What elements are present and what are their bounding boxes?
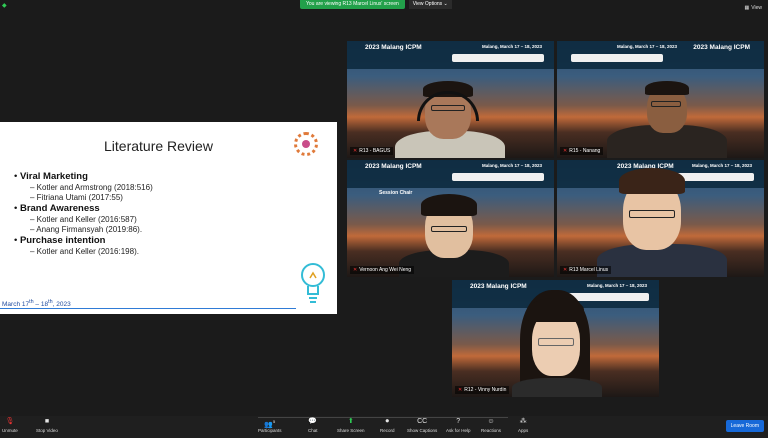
banner-title: 2023 Malang ICPM [470,283,527,290]
slide-item: Kotler and Keller (2016:198). [14,247,153,256]
mic-muted-icon: 🎙 [5,418,15,425]
viewing-banner: You are viewing R13 Marcel Linus' screen [300,0,405,9]
view-options-label: View Options [412,1,443,7]
reactions-label: Reactions [481,428,502,433]
sponsor-logos [571,54,663,62]
record-button[interactable]: ⏺ Record [380,418,395,433]
ask-for-help-button[interactable]: ? Ask for Help [446,418,471,433]
slide-heading: Viral Marketing [14,171,153,182]
sponsor-logos [452,54,544,62]
camera-icon: ■ [44,418,50,425]
stop-video-button[interactable]: ■ Stop Video [36,418,58,433]
participant-name: ✕ R12 - Vinny Nurdin [455,386,510,394]
chevron-down-icon: ⌄ [443,1,448,7]
record-icon: ⏺ [385,418,390,425]
slide-item: Fitriana Utami (2017:55) [14,193,153,202]
slide-heading: Purchase intention [14,235,153,246]
banner-title: 2023 Malang ICPM [693,44,750,51]
apps-label: Apps [518,428,529,433]
tile-banner: 2023 Malang ICPM Malang, March 17 – 18, … [347,41,554,69]
reactions-button[interactable]: ☺ Reactions [481,418,501,433]
participant-name-label: R13 - BAGUS [359,148,391,154]
slide-divider [0,308,296,309]
mic-muted-icon: ✕ [563,148,568,154]
people-icon: 👥5 [264,419,276,429]
sponsor-logos [452,173,544,181]
mic-muted-icon: ✕ [563,267,568,273]
tile-banner: 2023 Malang ICPM Malang, March 17 – 18, … [557,41,764,69]
captions-label: Show Captions [407,428,438,433]
chat-label: Chat [308,428,318,433]
lightbulb-icon [301,263,325,303]
chat-button[interactable]: 💬 Chat [308,418,318,433]
tile-banner: 2023 Malang ICPM Malang, March 17 – 18, … [347,160,554,188]
slide-item: Kotler and Keller (2016:587) [14,215,153,224]
slide-heading: Brand Awareness [14,203,153,214]
banner-title: 2023 Malang ICPM [365,163,422,170]
share-screen-label: Share Screen [337,428,365,433]
top-banner: You are viewing R13 Marcel Linus' screen… [300,0,452,9]
share-screen-icon: ⬆ [347,418,354,425]
chat-icon: 💬 [308,418,318,425]
banner-date: Malang, March 17 – 18, 2023 [586,283,647,288]
participants-count: 5 [273,419,276,424]
video-tile[interactable]: 2023 Malang ICPM Malang, March 17 – 18, … [347,160,554,277]
apps-icon: ⁂ [519,418,527,425]
participant-name: ✕ R13 Marcel Linus [560,266,612,274]
banner-date: Malang, March 17 – 18, 2023 [617,44,678,49]
grid-icon: ▦ [744,5,750,11]
shared-screen[interactable]: Literature Review Viral Marketing Kotler… [0,122,337,314]
video-tile[interactable]: 2023 Malang ICPM Malang, March 17 – 18, … [452,280,659,397]
leave-room-button[interactable]: Leave Room [725,420,764,432]
unmute-label: Unmute [2,428,18,433]
show-captions-button[interactable]: CC Show Captions [407,418,437,433]
participant-name: ✕ R13 - BAGUS [350,147,394,155]
view-options-button[interactable]: View Options ⌄ [408,0,452,9]
smile-icon: ☺ [487,418,495,425]
participants-button[interactable]: 👥5 Participants [258,418,282,433]
apps-button[interactable]: ⁂ Apps [518,418,528,433]
video-tile-active-speaker[interactable]: 2023 Malang ICPM Malang, March 17 – 18, … [557,160,764,277]
help-label: Ask for Help [446,428,471,433]
session-chair-label: Session Chair [379,190,413,196]
view-label: View [751,5,762,11]
slide-bullets: Viral Marketing Kotler and Armstrong (20… [14,170,153,256]
shield-icon: ◆ [2,3,7,9]
unmute-button[interactable]: 🎙 Unmute [2,418,18,433]
participant-name-label: R12 - Vinny Nurdin [464,387,507,393]
participant-name-label: R13 Marcel Linus [569,267,609,273]
banner-date: Malang, March 17 – 18, 2023 [481,163,542,168]
video-tile[interactable]: 2023 Malang ICPM Malang, March 17 – 18, … [557,41,764,158]
banner-date: Malang, March 17 – 18, 2023 [481,44,542,49]
participant-name: ✕ Vernoon Ang Wei Neng [350,266,415,274]
slide-date: March 17th – 18th, 2023 [2,299,71,308]
video-tile[interactable]: 2023 Malang ICPM Malang, March 17 – 18, … [347,41,554,158]
banner-title: 2023 Malang ICPM [365,44,422,51]
participant-name-label: Vernoon Ang Wei Neng [359,267,412,273]
mic-muted-icon: ✕ [353,148,358,154]
slide-title: Literature Review [104,138,213,154]
slide-item: Kotler and Armstrong (2018:516) [14,183,153,192]
slide-item: Anang Firmansyah (2019:86). [14,225,153,234]
share-screen-button[interactable]: ⬆ Share Screen [337,418,365,433]
captions-icon: CC [417,418,428,425]
mic-muted-icon: ✕ [353,267,358,273]
view-button[interactable]: ▦ View [745,5,762,11]
help-icon: ? [456,418,461,425]
meeting-toolbar: 🎙 Unmute ■ Stop Video 👥5 Participants 💬 … [0,416,768,438]
participant-name-label: R15 - Nanang [569,148,601,154]
zoom-window: ◆ You are viewing R13 Marcel Linus' scre… [0,0,768,438]
conference-logo [294,132,318,156]
record-label: Record [380,428,395,433]
banner-date: Malang, March 17 – 18, 2023 [691,163,752,168]
participants-label: Participants [258,428,282,433]
participant-name: ✕ R15 - Nanang [560,147,604,155]
mic-muted-icon: ✕ [458,387,463,393]
stop-video-label: Stop Video [36,428,58,433]
